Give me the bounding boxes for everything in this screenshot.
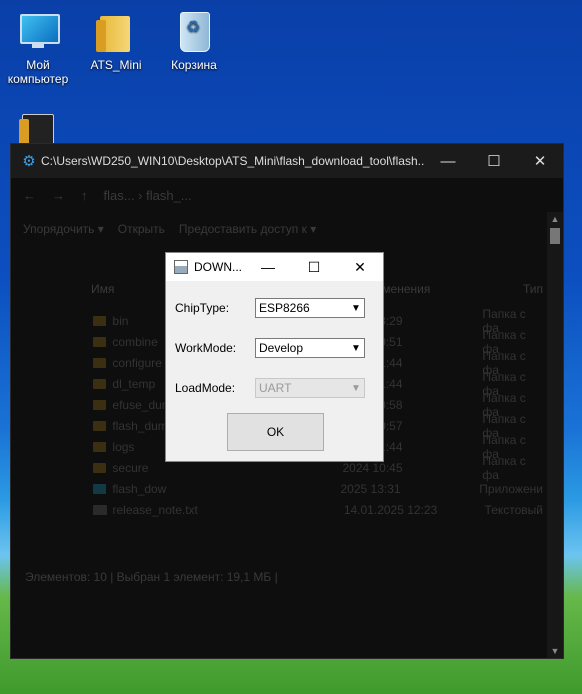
- chiptype-value: ESP8266: [259, 301, 310, 315]
- desktop-icon-my-computer[interactable]: Мой компьютер: [0, 10, 76, 86]
- scroll-up-icon[interactable]: ▲: [547, 214, 563, 224]
- folder-icon: [93, 462, 107, 473]
- minimize-button[interactable]: —: [245, 259, 291, 275]
- column-date[interactable]: менения: [382, 282, 523, 296]
- folder-icon: [93, 315, 107, 326]
- explorer-nav: ← → ↑ flas... › flash_...: [11, 178, 563, 212]
- folder-icon: [93, 399, 107, 410]
- explorer-toolbar: Упорядочить ▾ Открыть Предоставить досту…: [11, 212, 563, 246]
- computer-icon: [16, 10, 60, 54]
- recycle-bin-icon: [172, 10, 216, 54]
- open-button[interactable]: Открыть: [118, 222, 165, 236]
- loadmode-value: UART: [259, 381, 292, 395]
- chevron-down-icon: ▼: [351, 302, 361, 314]
- dialog-titlebar: DOWN... — ☐ ✕: [166, 253, 383, 281]
- explorer-title: C:\Users\WD250_WIN10\Desktop\ATS_Mini\fl…: [41, 154, 425, 168]
- folder-icon: [94, 10, 138, 54]
- status-bar: Элементов: 10 | Выбран 1 элемент: 19,1 М…: [25, 570, 278, 584]
- file-row[interactable]: release_note.txt 14.01.2025 12:23 Текстовы…: [93, 499, 543, 520]
- loadmode-select[interactable]: UART ▼: [255, 378, 365, 398]
- file-row[interactable]: flash_dow 2025 13:31 Приложени: [93, 478, 543, 499]
- up-arrow-icon[interactable]: ↑: [81, 188, 88, 203]
- folder-icon: [93, 378, 107, 389]
- desktop-icon-ats-mini[interactable]: ATS_Mini: [78, 10, 154, 72]
- forward-arrow-icon[interactable]: →: [52, 188, 65, 203]
- ok-button[interactable]: OK: [227, 413, 324, 451]
- minimize-button[interactable]: —: [425, 153, 471, 170]
- scroll-down-icon[interactable]: ▼: [547, 646, 563, 656]
- workmode-row: WorkMode: Develop ▼: [175, 337, 375, 359]
- close-button[interactable]: ✕: [517, 152, 563, 170]
- maximize-button[interactable]: ☐: [471, 152, 517, 170]
- share-button[interactable]: Предоставить доступ к ▾: [179, 222, 316, 236]
- workmode-value: Develop: [259, 341, 304, 355]
- loadmode-label: LoadMode:: [175, 381, 236, 395]
- chevron-down-icon: ▼: [351, 382, 361, 394]
- maximize-button[interactable]: ☐: [291, 259, 337, 276]
- scrollbar[interactable]: ▲ ▼: [547, 212, 563, 658]
- folder-icon: [93, 336, 107, 347]
- column-type[interactable]: Тип: [523, 282, 543, 296]
- chiptype-row: ChipType: ESP8266 ▼: [175, 297, 375, 319]
- folder-icon: [93, 441, 107, 452]
- chiptype-select[interactable]: ESP8266 ▼: [255, 298, 365, 318]
- folder-icon: [93, 357, 107, 368]
- gear-icon: ⚙: [22, 153, 36, 170]
- chiptype-label: ChipType:: [175, 301, 230, 315]
- scrollbar-thumb[interactable]: [550, 228, 560, 244]
- app-window-icon: [174, 260, 188, 274]
- back-arrow-icon[interactable]: ←: [23, 188, 36, 203]
- loadmode-row: LoadMode: UART ▼: [175, 377, 375, 399]
- desktop-icon-label: Корзина: [171, 58, 217, 72]
- app-icon: [93, 483, 107, 494]
- workmode-label: WorkMode:: [175, 341, 237, 355]
- close-button[interactable]: ✕: [337, 259, 383, 276]
- workmode-select[interactable]: Develop ▼: [255, 338, 365, 358]
- text-file-icon: [93, 504, 107, 515]
- explorer-titlebar: ⚙ C:\Users\WD250_WIN10\Desktop\ATS_Mini\…: [11, 144, 563, 178]
- download-tool-dialog: DOWN... — ☐ ✕ ChipType: ESP8266 ▼ WorkMo…: [165, 252, 384, 462]
- desktop-icon-label: Мой компьютер: [7, 58, 69, 86]
- address-bar[interactable]: flas... › flash_...: [104, 188, 192, 203]
- organize-button[interactable]: Упорядочить ▾: [23, 222, 104, 236]
- chevron-down-icon: ▼: [351, 342, 361, 354]
- folder-icon: [93, 420, 107, 431]
- desktop-icon-recycle-bin[interactable]: Корзина: [156, 10, 232, 72]
- desktop-icon-label: ATS_Mini: [90, 58, 142, 72]
- dialog-title: DOWN...: [194, 260, 242, 274]
